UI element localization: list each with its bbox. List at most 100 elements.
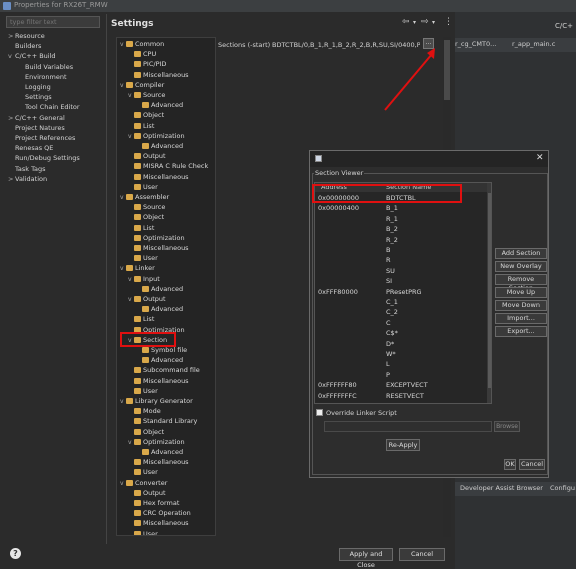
apply-and-close-button[interactable]: Apply and Close [339, 548, 393, 569]
back-icon[interactable]: ⇦ [402, 17, 410, 27]
settings-tree-item[interactable]: v Common [120, 40, 164, 48]
table-row[interactable]: 0xFFF80000 PResetPRG [315, 287, 487, 297]
ok-button[interactable]: OK [504, 459, 516, 470]
dialog-cancel-button[interactable]: Cancel [519, 459, 545, 470]
settings-tree-item[interactable]: User [128, 183, 158, 191]
section-action-button[interactable]: Remove Section [495, 274, 547, 292]
settings-tree-item[interactable]: Miscellaneous [128, 71, 189, 79]
settings-tree-item[interactable]: v Library Generator [120, 397, 193, 405]
section-action-button[interactable]: Move Up [495, 287, 547, 298]
table-row[interactable]: P [315, 370, 487, 380]
settings-tree-item[interactable]: Object [128, 213, 164, 221]
settings-tree-item[interactable]: v Source [128, 91, 165, 99]
settings-tree-item[interactable]: Advanced [136, 285, 183, 293]
section-action-button[interactable]: Export... [495, 326, 547, 337]
settings-tree-item[interactable]: Source [128, 203, 165, 211]
override-linker-script-checkbox[interactable] [316, 409, 323, 416]
settings-tree-item[interactable]: Object [128, 111, 164, 119]
settings-tree-item[interactable]: Advanced [136, 448, 183, 456]
reapply-button[interactable]: Re-Apply [386, 439, 420, 451]
tree-item[interactable]: Tool Chain Editor [18, 103, 80, 111]
settings-tree-item[interactable]: v Input [128, 275, 160, 283]
settings-tree-item[interactable]: Advanced [136, 305, 183, 313]
settings-tree-item[interactable]: Advanced [136, 142, 183, 150]
filter-input[interactable] [6, 16, 100, 28]
table-row[interactable]: 0xFFFFFFFC RESETVECT [315, 391, 487, 401]
tree-item[interactable]: Environment [18, 73, 67, 81]
tree-item[interactable]: v C/C++ Build [8, 52, 56, 60]
section-action-button[interactable]: Add Section [495, 248, 547, 259]
background-tab[interactable]: r_cg_CMT0... [455, 40, 496, 48]
settings-tree-item[interactable]: CPU [128, 50, 156, 58]
table-row[interactable]: C [315, 318, 487, 328]
settings-tree-item[interactable]: Miscellaneous [128, 519, 189, 527]
settings-tree-item[interactable]: List [128, 122, 154, 130]
table-row[interactable]: 0xFFFFFF80 EXCEPTVECT [315, 380, 487, 390]
settings-tree-item[interactable]: User [128, 468, 158, 476]
tree-item[interactable]: > Validation [8, 175, 47, 183]
table-row[interactable]: R_1 [315, 214, 487, 224]
tree-item[interactable]: > C/C++ General [8, 114, 65, 122]
table-scrollbar-thumb[interactable] [488, 193, 491, 388]
tree-item[interactable]: > Resource [8, 32, 45, 40]
table-row[interactable]: SU [315, 266, 487, 276]
table-row[interactable]: B [315, 245, 487, 255]
close-icon[interactable]: ✕ [536, 153, 544, 163]
chevron-down-icon[interactable]: v [8, 52, 15, 60]
settings-tree-item[interactable]: Optimization [128, 234, 185, 242]
chevron-right-icon[interactable]: > [8, 32, 15, 40]
settings-tree-item[interactable]: v Compiler [120, 81, 164, 89]
cancel-button[interactable]: Cancel [399, 548, 445, 561]
table-row[interactable]: W* [315, 349, 487, 359]
settings-tree-item[interactable]: User [128, 254, 158, 262]
settings-tree-item[interactable]: Mode [128, 407, 161, 415]
settings-tree-item[interactable]: Advanced [136, 356, 183, 364]
table-row[interactable]: R [315, 255, 487, 265]
settings-tree-item[interactable]: Symbol file [136, 346, 187, 354]
table-row[interactable]: C_2 [315, 307, 487, 317]
table-row[interactable]: R_2 [315, 235, 487, 245]
section-action-button[interactable]: New Overlay [495, 261, 547, 272]
settings-tree-item[interactable]: Standard Library [128, 417, 197, 425]
settings-tree-item[interactable]: Hex format [128, 499, 179, 507]
tree-item[interactable]: Task Tags [8, 165, 46, 173]
settings-tree-item[interactable]: v Output [128, 295, 166, 303]
settings-tree-item[interactable]: v Linker [120, 264, 155, 272]
tree-item[interactable]: Project References [8, 134, 75, 142]
tree-item[interactable]: Builders [8, 42, 41, 50]
settings-tree-item[interactable]: List [128, 315, 154, 323]
settings-tree-item[interactable]: Subcommand file [128, 366, 200, 374]
settings-tree-item[interactable]: Object [128, 428, 164, 436]
section-action-button[interactable]: Import... [495, 313, 547, 324]
settings-tree-item[interactable]: v Converter [120, 479, 167, 487]
tree-item[interactable]: Settings [18, 93, 52, 101]
table-row[interactable]: B_2 [315, 224, 487, 234]
tree-item[interactable]: Run/Debug Settings [8, 154, 80, 162]
table-row[interactable]: C_1 [315, 297, 487, 307]
settings-tree-item[interactable]: v Optimization [128, 132, 185, 140]
settings-tree-item[interactable]: Advanced [136, 101, 183, 109]
more-icon[interactable]: ⋮ [444, 17, 453, 27]
section-action-button[interactable]: Move Down [495, 300, 547, 311]
table-row[interactable]: C$* [315, 328, 487, 338]
table-row[interactable]: D* [315, 339, 487, 349]
forward-icon[interactable]: ⇨ [421, 17, 429, 27]
settings-tree-item[interactable]: Output [128, 152, 166, 160]
settings-tree-item[interactable]: User [128, 530, 158, 535]
tree-item[interactable]: Renesas QE [8, 144, 53, 152]
chevron-right-icon[interactable]: > [8, 114, 15, 122]
settings-tree-item[interactable]: Miscellaneous [128, 377, 189, 385]
developer-assist-tab[interactable]: Developer Assist Browser [460, 484, 543, 492]
settings-tree-item[interactable]: CRC Operation [128, 509, 191, 517]
chevron-right-icon[interactable]: > [8, 175, 15, 183]
tree-item[interactable]: Project Natures [8, 124, 65, 132]
table-row[interactable]: L [315, 359, 487, 369]
background-tab[interactable]: r_app_main.c [512, 40, 555, 48]
settings-tree-item[interactable]: Miscellaneous [128, 173, 189, 181]
table-row[interactable]: SI [315, 276, 487, 286]
tree-item[interactable]: Build Variables [18, 63, 73, 71]
settings-tree-item[interactable]: Miscellaneous [128, 458, 189, 466]
settings-tree-item[interactable]: MISRA C Rule Check [128, 162, 208, 170]
settings-tree-item[interactable]: PIC/PID [128, 60, 166, 68]
settings-tree-item[interactable]: Output [128, 489, 166, 497]
